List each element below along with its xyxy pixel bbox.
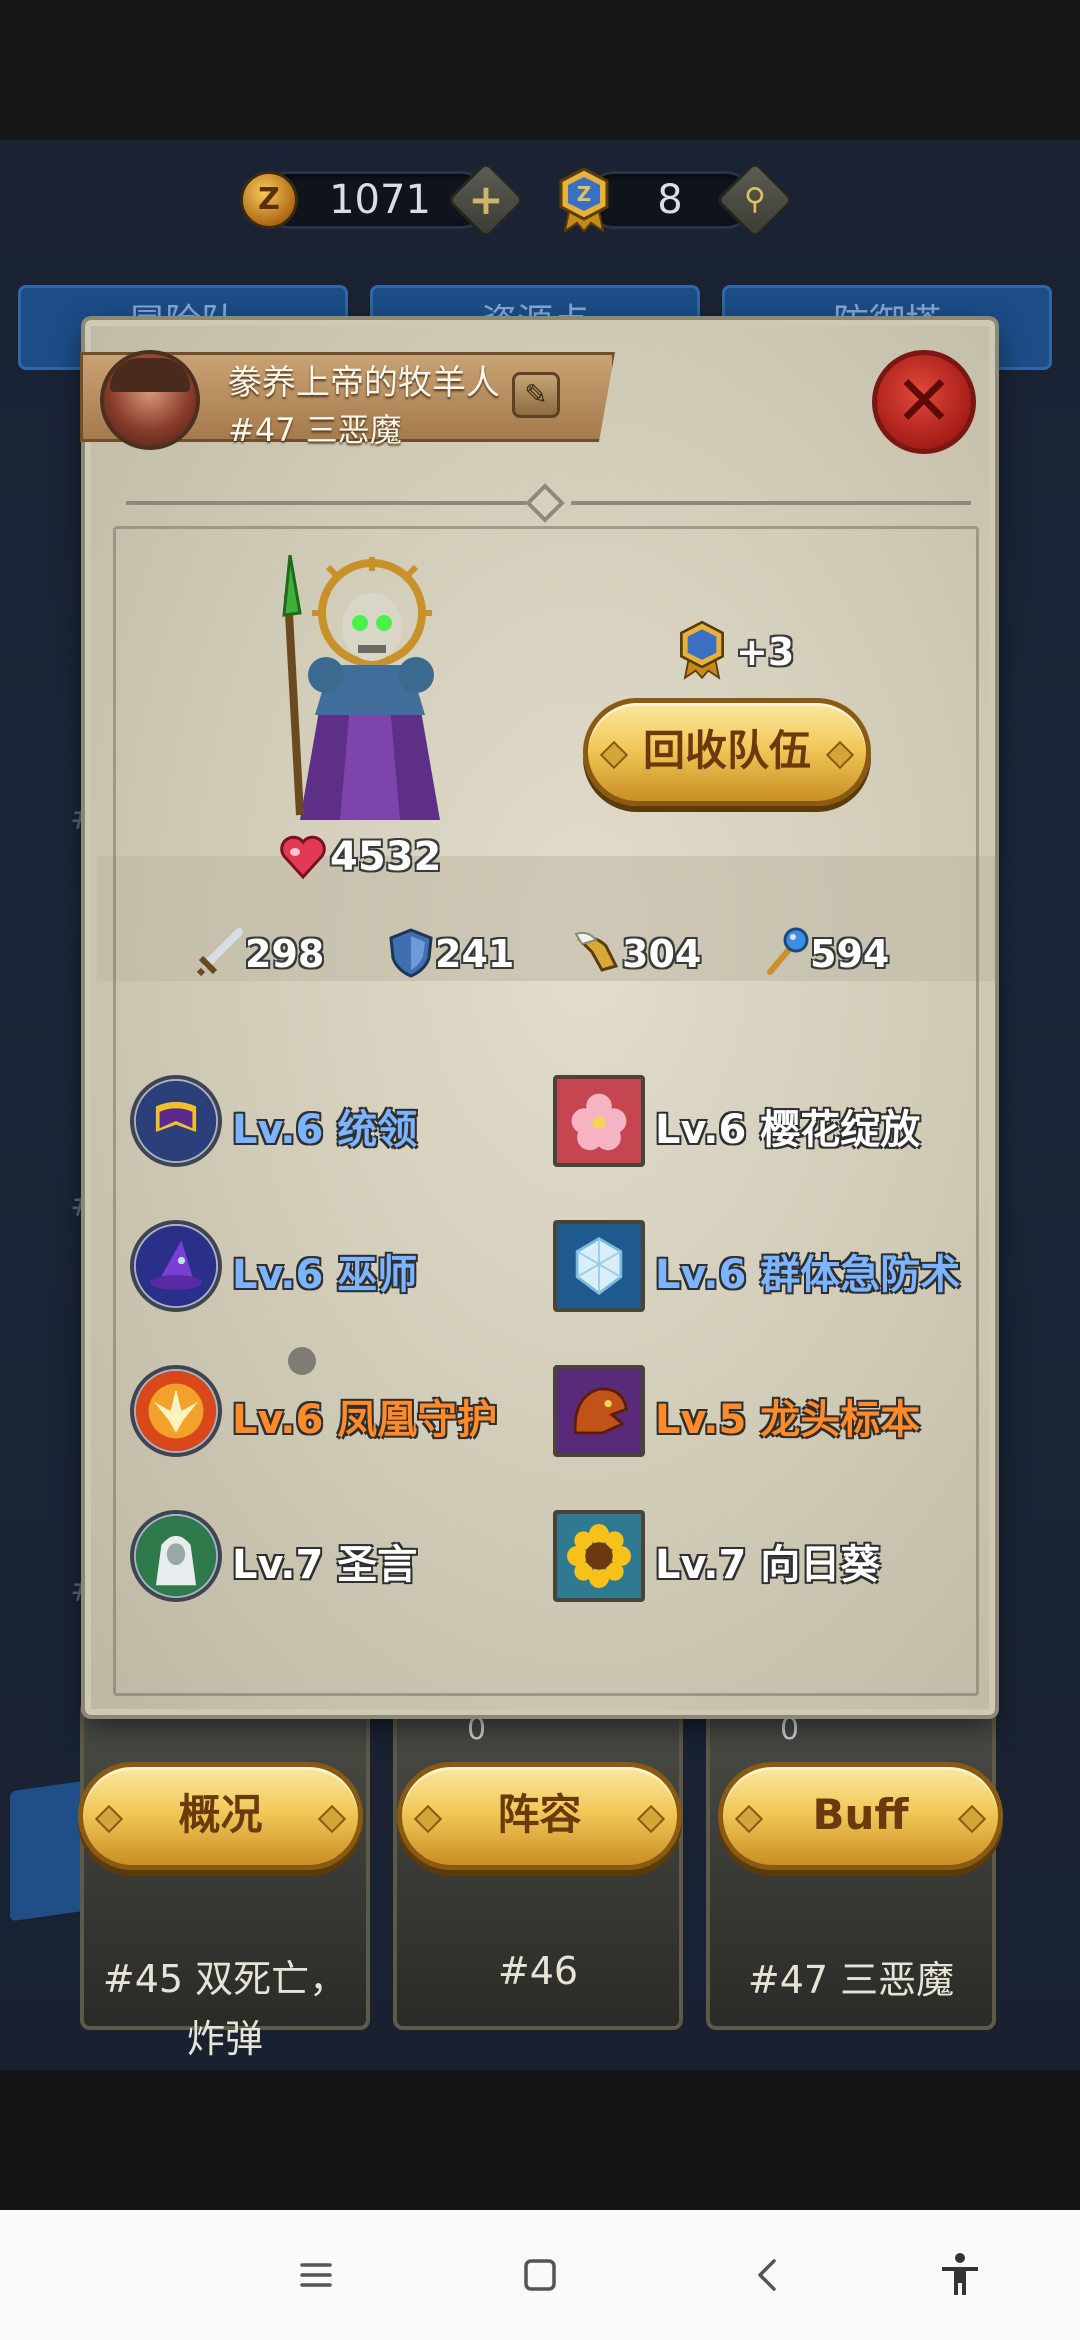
hero-card-name: #46: [497, 1949, 579, 1993]
phoenix-icon: [130, 1365, 222, 1457]
accessibility-icon[interactable]: [930, 2245, 990, 2305]
heart-icon: [280, 835, 326, 880]
overview-label: 概况: [178, 1790, 263, 1839]
gold-coin-icon: Z: [240, 171, 298, 229]
gold-value: 1071: [329, 177, 431, 223]
lineup-button[interactable]: 阵容: [397, 1762, 682, 1870]
svg-text:Z: Z: [577, 182, 592, 206]
star-count: 0: [780, 1712, 800, 1747]
buff-button[interactable]: Buff: [718, 1762, 1003, 1870]
skill-label: Lv.6 群体急防术: [655, 1252, 961, 1298]
wizard-hat-icon: [130, 1220, 222, 1312]
home-icon[interactable]: [510, 2245, 570, 2305]
divider-line: [126, 501, 526, 505]
lineup-label: 阵容: [497, 1790, 582, 1839]
shield-icon: [389, 928, 433, 978]
player-name: 豢养上帝的牧羊人: [228, 363, 500, 403]
hooded-priest-icon: [130, 1510, 222, 1602]
medal-value: 8: [657, 177, 683, 223]
dragon-head-icon: [553, 1365, 645, 1457]
edit-name-button[interactable]: ✎: [512, 372, 560, 418]
player-avatar[interactable]: [100, 350, 200, 450]
skill-label: Lv.7 圣言: [232, 1542, 418, 1588]
buff-label: Buff: [812, 1790, 909, 1839]
reward-value: +3: [736, 630, 795, 674]
gold-counter: Z 1071 +: [240, 160, 526, 240]
skill-label: Lv.6 樱花绽放: [655, 1107, 921, 1153]
hero-card-name: #47 三恶魔: [747, 1958, 955, 2002]
back-icon[interactable]: [738, 2245, 798, 2305]
team-detail-panel: [85, 320, 995, 1715]
magic-value: 594: [810, 932, 890, 976]
skill-label: Lv.6 巫师: [232, 1252, 418, 1298]
skill-label: Lv.5 龙头标本: [655, 1397, 921, 1443]
skill-label: Lv.6 统领: [232, 1107, 418, 1153]
cherry-blossom-icon: [553, 1075, 645, 1167]
skill-label: Lv.7 向日葵: [655, 1542, 881, 1588]
divider-line: [571, 501, 971, 505]
bottom-band: [0, 2070, 1080, 2210]
plus-icon: +: [468, 175, 504, 224]
medal-icon: Z: [559, 167, 609, 233]
menu-icon[interactable]: [286, 2245, 346, 2305]
search-icon: ⚲: [744, 182, 766, 217]
banner-icon: [130, 1075, 222, 1167]
sword-icon: [196, 928, 243, 977]
crystal-shield-icon: [553, 1220, 645, 1312]
hero-card-name: #45 双死亡，炸弹: [102, 1957, 348, 2061]
team-label: #47 三恶魔: [228, 411, 402, 449]
medal-counter: Z 8 ⚲: [555, 160, 795, 240]
status-bar: [0, 0, 1080, 140]
magic-wand-icon: [767, 927, 809, 975]
touch-indicator: [288, 1347, 316, 1375]
edit-icon: ✎: [524, 378, 548, 411]
recall-team-label: 回收队伍: [642, 726, 811, 775]
attack-value: 298: [245, 932, 325, 976]
sunflower-icon: [553, 1510, 645, 1602]
medal-icon: [680, 620, 724, 680]
skill-label: Lv.6 凤凰守护: [232, 1397, 498, 1443]
hp-value: 4532: [330, 834, 442, 880]
star-count: 0: [467, 1712, 487, 1747]
speed-value: 304: [622, 932, 702, 976]
skeleton-mage-hero-icon: [282, 555, 440, 820]
divider-ornament: [525, 483, 565, 523]
recall-team-button[interactable]: 回收队伍: [583, 698, 871, 806]
defense-value: 241: [435, 932, 515, 976]
close-icon: ✕: [894, 360, 954, 442]
overview-button[interactable]: 概况: [78, 1762, 363, 1870]
winged-boot-icon: [574, 931, 619, 972]
close-button[interactable]: ✕: [872, 350, 976, 454]
